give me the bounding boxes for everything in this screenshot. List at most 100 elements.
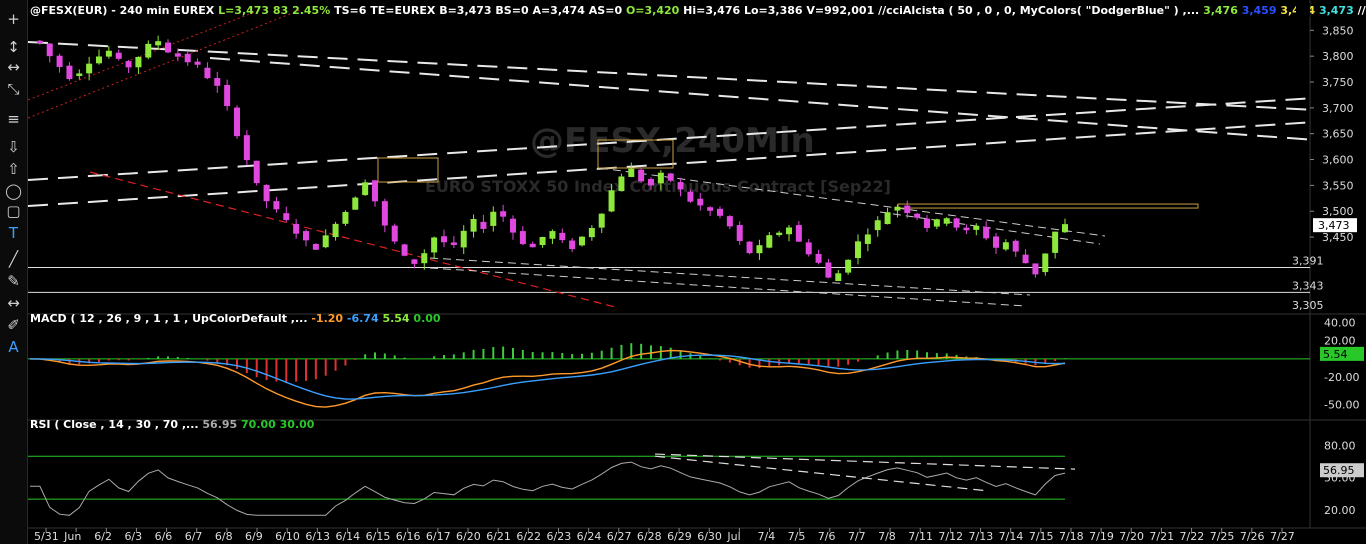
candle-body	[766, 235, 773, 248]
candle-body	[993, 236, 999, 248]
candle-body	[401, 244, 408, 256]
header-bid: B=3,473	[439, 4, 495, 17]
candle-body	[1022, 254, 1029, 264]
header-ts: TS=6	[334, 4, 370, 17]
header-ask-size: AS=0	[589, 4, 626, 17]
candle-body	[470, 219, 477, 232]
candle-body	[283, 213, 290, 221]
wedge-lower-2	[429, 267, 1026, 307]
header-te: TE=EUREX	[370, 4, 439, 17]
candle-body	[1012, 240, 1019, 252]
candle-body	[736, 225, 743, 241]
candle-body	[352, 197, 359, 210]
price-tick-label: 3,600	[1322, 154, 1354, 167]
macd-tick-label: 20.00	[1324, 335, 1356, 348]
candle-body	[786, 227, 792, 235]
candle-body	[983, 226, 990, 239]
trendline-down-upper	[27, 41, 1316, 111]
header-study1-v4: 3,473	[1319, 4, 1358, 17]
candle-body	[391, 225, 398, 242]
candle-body	[115, 52, 122, 59]
candle-body	[1032, 263, 1039, 275]
candle-body	[1052, 231, 1059, 253]
time-tick-label: 6/8	[215, 530, 233, 543]
candle-body	[204, 67, 211, 79]
time-tick-label: 7/4	[758, 530, 776, 543]
candle-body	[657, 172, 664, 184]
candle-body	[441, 236, 447, 243]
candle-body	[933, 219, 940, 227]
candle-body	[184, 53, 191, 63]
watermark-title: @FESX,240Min	[530, 121, 815, 161]
rsi-last-label: 56.95	[1323, 464, 1355, 477]
candle-body	[855, 241, 861, 259]
time-tick-label: 7/5	[788, 530, 806, 543]
macd-tick-label: 40.00	[1324, 317, 1356, 330]
candle-body	[746, 241, 753, 254]
candle-body	[303, 231, 309, 241]
candle-body	[174, 53, 181, 57]
candle-body	[194, 61, 201, 65]
candle-body	[963, 227, 970, 231]
header-bid-size: BS=0	[495, 4, 532, 17]
header-clip	[1296, 3, 1310, 17]
candle-body	[510, 218, 516, 233]
candle-body	[776, 232, 783, 236]
rsi-value: 56.95	[202, 418, 241, 431]
rsi-tick-label: 80.00	[1324, 439, 1356, 452]
header-volume: V=992,001	[806, 4, 878, 17]
candle-body	[529, 243, 536, 248]
candle-body	[845, 259, 852, 273]
rsi-label: RSI ( Close , 14 , 30 , 70 ,...	[30, 418, 202, 431]
candle-body	[145, 43, 152, 58]
price-tick-label: 3,500	[1322, 205, 1354, 218]
candle-body	[815, 253, 822, 263]
candle-body	[253, 160, 260, 184]
candle-body	[342, 211, 349, 224]
candle-body	[579, 236, 585, 246]
candle-body	[559, 232, 566, 241]
red-dotted-channel-b	[27, 9, 301, 119]
wedge-lower	[429, 257, 1031, 296]
candle-body	[66, 65, 73, 80]
candle-body	[411, 259, 418, 264]
header-study1-v2: 3,459	[1242, 4, 1281, 17]
candle-body	[135, 56, 142, 68]
time-tick-label: 6/9	[245, 530, 263, 543]
time-tick-label: 7/6	[818, 530, 836, 543]
time-tick-label: 6/7	[185, 530, 203, 543]
candle-body	[884, 212, 891, 225]
macd-last-label: 5.54	[1323, 348, 1348, 361]
resistance-box-3	[897, 203, 1199, 209]
candle-body	[588, 228, 595, 238]
candle-body	[362, 182, 369, 196]
candle-body	[431, 237, 438, 253]
header-symbol: @FESX(EUR) - 240 min EUREX	[30, 4, 218, 17]
candle-body	[973, 225, 980, 230]
rsi-tick-label: 20.00	[1324, 504, 1356, 517]
candle-body	[105, 50, 112, 57]
candle-body	[519, 231, 526, 245]
rsi-trendline-lower	[654, 455, 986, 492]
candle-body	[904, 205, 911, 214]
candle-body	[421, 253, 428, 264]
price-tick-label: 3,750	[1322, 76, 1354, 89]
support-label-3391: 3,391	[1292, 255, 1324, 268]
candle-body	[756, 245, 763, 254]
candle-body	[381, 201, 388, 226]
time-tick-label: 7/8	[878, 530, 896, 543]
candle-body	[372, 180, 378, 202]
candle-body	[835, 273, 842, 281]
price-tick-label: 3,700	[1322, 102, 1354, 115]
candle-body	[500, 211, 507, 217]
candle-body	[450, 242, 457, 245]
time-tick-label: 6/6	[155, 530, 173, 543]
header-last: L=3,473	[218, 4, 273, 17]
candle-body	[460, 230, 467, 248]
candle-body	[805, 242, 812, 255]
chart-canvas: 3,850 3,800 3,750 3,700 3,650 3,600 3,550 3,500…	[27, 0, 1366, 543]
support-label-3343: 3,343	[1292, 279, 1324, 292]
macd-hist-value: 5.54	[382, 312, 413, 325]
time-tick-label: 6/2	[94, 530, 112, 543]
candle-body	[224, 84, 231, 106]
